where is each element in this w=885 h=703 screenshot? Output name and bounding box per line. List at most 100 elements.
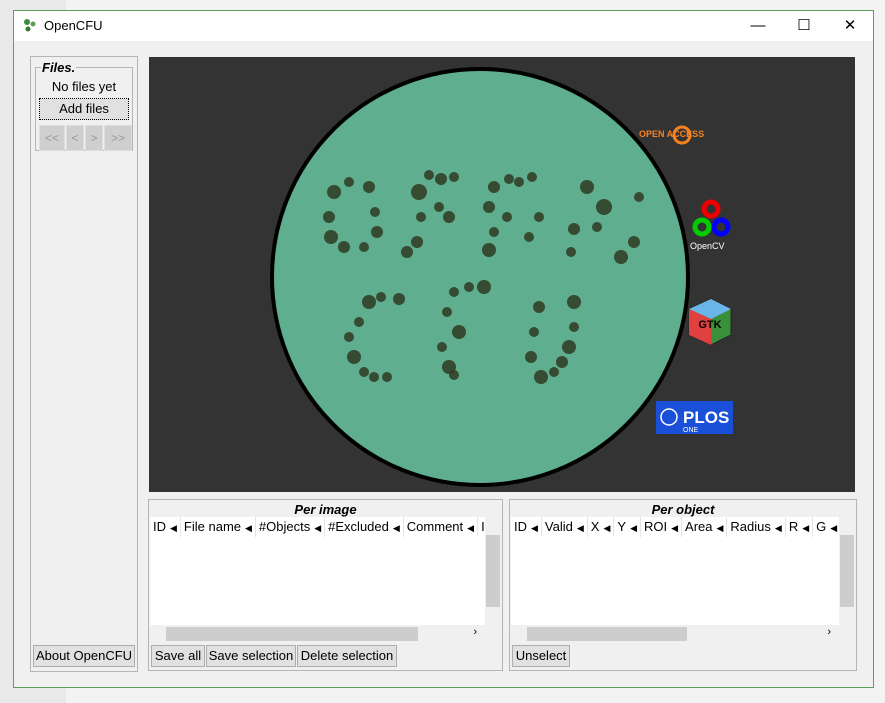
colony <box>482 243 496 257</box>
colony <box>580 180 594 194</box>
svg-text:OpenCV: OpenCV <box>690 241 725 251</box>
colony <box>443 211 455 223</box>
delete-selection-button[interactable]: Delete selection <box>297 645 397 667</box>
column-header-label: File name <box>183 519 241 534</box>
sort-arrow-icon: ◀ <box>576 523 584 533</box>
colony <box>592 222 602 232</box>
column-header[interactable]: Radius ◀ <box>727 517 786 537</box>
column-header[interactable]: Y ◀ <box>614 517 641 537</box>
colony <box>327 185 341 199</box>
column-header[interactable]: Area ◀ <box>682 517 728 537</box>
first-file-button[interactable]: << <box>39 125 65 151</box>
sort-arrow-icon: ◀ <box>314 523 322 533</box>
colony <box>533 301 545 313</box>
colony <box>411 184 427 200</box>
sort-arrow-icon: ◀ <box>802 523 810 533</box>
sort-arrow-icon: ◀ <box>392 523 400 533</box>
colony <box>354 317 364 327</box>
colony <box>344 177 354 187</box>
sort-arrow-icon: ◀ <box>245 523 252 533</box>
per-object-title: Per object <box>651 502 715 517</box>
minimize-button[interactable]: — <box>735 11 781 41</box>
colony <box>362 295 376 309</box>
column-header[interactable]: ID ◀ <box>150 517 181 537</box>
splash-image: OPEN ACCESS OpenCV GTK PLOS ONE <box>270 67 733 487</box>
colony <box>504 174 514 184</box>
column-header[interactable]: #Objects ◀ <box>256 517 326 537</box>
about-button[interactable]: About OpenCFU <box>33 645 135 667</box>
colony <box>370 207 380 217</box>
per-image-vscrollbar[interactable] <box>485 517 501 625</box>
colony <box>527 172 537 182</box>
colony <box>549 367 559 377</box>
colony <box>382 372 392 382</box>
close-button[interactable]: ✕ <box>827 11 873 41</box>
save-all-button[interactable]: Save all <box>151 645 205 667</box>
prev-file-button[interactable]: < <box>66 125 84 151</box>
column-header-label: ID <box>514 519 527 534</box>
image-view[interactable]: OPEN ACCESS OpenCV GTK PLOS ONE <box>149 57 855 492</box>
colony <box>529 327 539 337</box>
colony <box>324 230 338 244</box>
add-files-button[interactable]: Add files <box>39 98 129 120</box>
files-group-label: Files. <box>41 60 77 75</box>
colony <box>534 370 548 384</box>
colony <box>483 201 495 213</box>
plos-one-logo: PLOS ONE <box>656 401 733 434</box>
per-object-vscrollbar[interactable] <box>839 517 855 625</box>
colony <box>437 342 447 352</box>
colony <box>477 280 491 294</box>
colony <box>489 227 499 237</box>
colony <box>369 372 379 382</box>
per-image-title: Per image <box>294 502 357 517</box>
colony <box>534 212 544 222</box>
sort-arrow-icon: ◀ <box>531 523 538 533</box>
petri-dish <box>270 67 690 487</box>
colony <box>562 340 576 354</box>
colony <box>524 232 534 242</box>
colony <box>393 293 405 305</box>
window-title: OpenCFU <box>44 18 103 33</box>
column-header-label: Area <box>685 519 713 534</box>
colony <box>363 181 375 193</box>
column-header[interactable]: Valid ◀ <box>542 517 588 537</box>
colony <box>449 172 459 182</box>
title-bar: OpenCFU — ☐ ✕ <box>14 11 873 41</box>
per-image-hscrollbar[interactable]: › <box>150 626 485 642</box>
column-header-label: Radius <box>730 519 771 534</box>
per-object-hscrollbar[interactable]: › <box>511 626 839 642</box>
colony <box>376 292 386 302</box>
colony <box>634 192 644 202</box>
unselect-button[interactable]: Unselect <box>512 645 570 667</box>
colony <box>449 287 459 297</box>
column-header[interactable]: #Excluded ◀ <box>325 517 404 537</box>
app-icon <box>24 19 36 32</box>
next-file-button[interactable]: > <box>85 125 103 151</box>
column-header-label: Y <box>617 519 627 534</box>
last-file-button[interactable]: >> <box>104 125 132 151</box>
per-object-header: ID ◀ Valid ◀ X ◀ Y ◀ ROI ◀ Area ◀ Radius ◀ R ◀ G ◀ <box>511 517 839 537</box>
colony <box>416 212 426 222</box>
app-window: OpenCFU — ☐ ✕ Files. No files yet Add fi… <box>13 10 874 688</box>
svg-text:PLOS: PLOS <box>683 408 729 427</box>
column-header[interactable]: ROI ◀ <box>641 517 683 537</box>
sort-arrow-icon: ◀ <box>716 523 724 533</box>
column-header[interactable]: File name ◀ <box>181 517 256 537</box>
colony <box>344 332 354 342</box>
colony <box>449 370 459 380</box>
maximize-button[interactable]: ☐ <box>781 11 827 41</box>
column-header[interactable]: Comment ◀ <box>404 517 479 537</box>
column-header-label: ROI <box>643 519 668 534</box>
colony <box>568 223 580 235</box>
colony <box>323 211 335 223</box>
column-header-label: Comment <box>406 519 464 534</box>
column-header[interactable]: X ◀ <box>588 517 615 537</box>
save-selection-button[interactable]: Save selection <box>206 645 296 667</box>
colony <box>628 236 640 248</box>
column-header[interactable]: I◀ <box>478 517 485 537</box>
colony <box>525 351 537 363</box>
colony <box>464 282 474 292</box>
column-header[interactable]: G ◀ <box>813 517 839 537</box>
column-header[interactable]: ID ◀ <box>511 517 542 537</box>
column-header[interactable]: R ◀ <box>786 517 814 537</box>
